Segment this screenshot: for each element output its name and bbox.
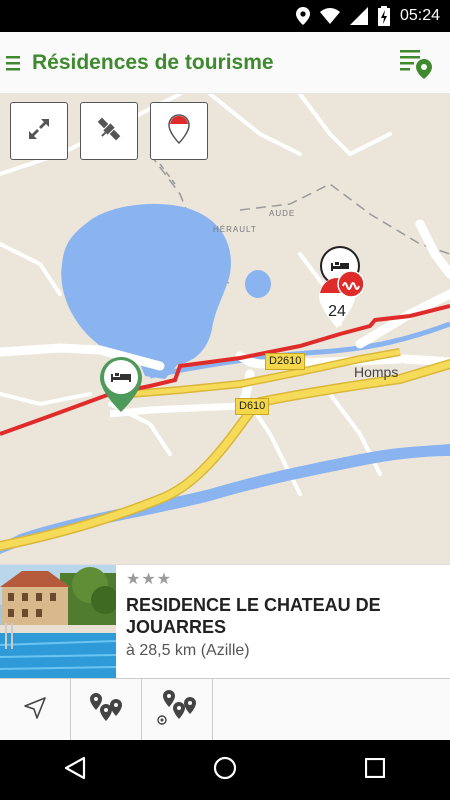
clock: 05:24: [399, 7, 440, 24]
battery-charging-icon: [377, 6, 390, 26]
road-label-d2610: D2610: [265, 353, 306, 370]
recents-button[interactable]: [345, 740, 405, 800]
cluster-count: 24: [328, 303, 346, 320]
home-icon: [213, 756, 237, 784]
app-bar: Résidences de tourisme: [0, 32, 450, 94]
multi-pin-icon: [89, 693, 123, 727]
status-bar: 05:24: [0, 0, 450, 32]
cluster-marker[interactable]: 24: [315, 246, 367, 336]
residence-photo: [0, 565, 116, 679]
map-view[interactable]: HÉRAULT AUDE D2610 D610 Homps 24: [0, 94, 450, 564]
multi-pin-button[interactable]: [71, 679, 142, 741]
system-nav-bar: [0, 740, 450, 800]
place-label-homps: Homps: [354, 364, 399, 380]
page-title: Résidences de tourisme: [32, 50, 274, 74]
star-rating: ★★★: [126, 569, 173, 588]
home-button[interactable]: [195, 740, 255, 800]
border-label-aude: AUDE: [269, 209, 296, 218]
red-pin-icon: [168, 114, 190, 148]
expand-arrows-icon: [26, 116, 52, 146]
recents-icon: [364, 757, 386, 782]
residence-map-marker[interactable]: [99, 356, 143, 418]
nearby-pins-icon: [157, 690, 197, 730]
navigate-icon: [23, 696, 47, 724]
location-pin-button[interactable]: [150, 102, 208, 160]
border-label-herault: HÉRAULT: [213, 225, 257, 234]
fullscreen-button[interactable]: [10, 102, 68, 160]
road-label-d610: D610: [235, 398, 270, 415]
location-icon: [295, 7, 310, 25]
satellite-icon: [94, 114, 124, 148]
filter-list-location-icon[interactable]: [394, 40, 440, 86]
hamburger-menu-icon[interactable]: [0, 32, 26, 94]
navigate-button[interactable]: [0, 679, 71, 741]
residence-distance: à 28,5 km (Azille): [126, 642, 250, 659]
back-button[interactable]: [45, 740, 105, 800]
wifi-icon: [319, 8, 340, 24]
nearby-pins-button[interactable]: [142, 679, 213, 741]
back-icon: [64, 756, 86, 784]
bottom-toolbar: [0, 678, 450, 741]
map-canvas[interactable]: [0, 94, 450, 564]
result-card[interactable]: ★★★ Residence le Chateau de Jouarres à 2…: [0, 564, 450, 679]
residence-name: Residence le Chateau de Jouarres: [126, 595, 381, 637]
satellite-button[interactable]: [80, 102, 138, 160]
signal-icon: [349, 7, 368, 25]
